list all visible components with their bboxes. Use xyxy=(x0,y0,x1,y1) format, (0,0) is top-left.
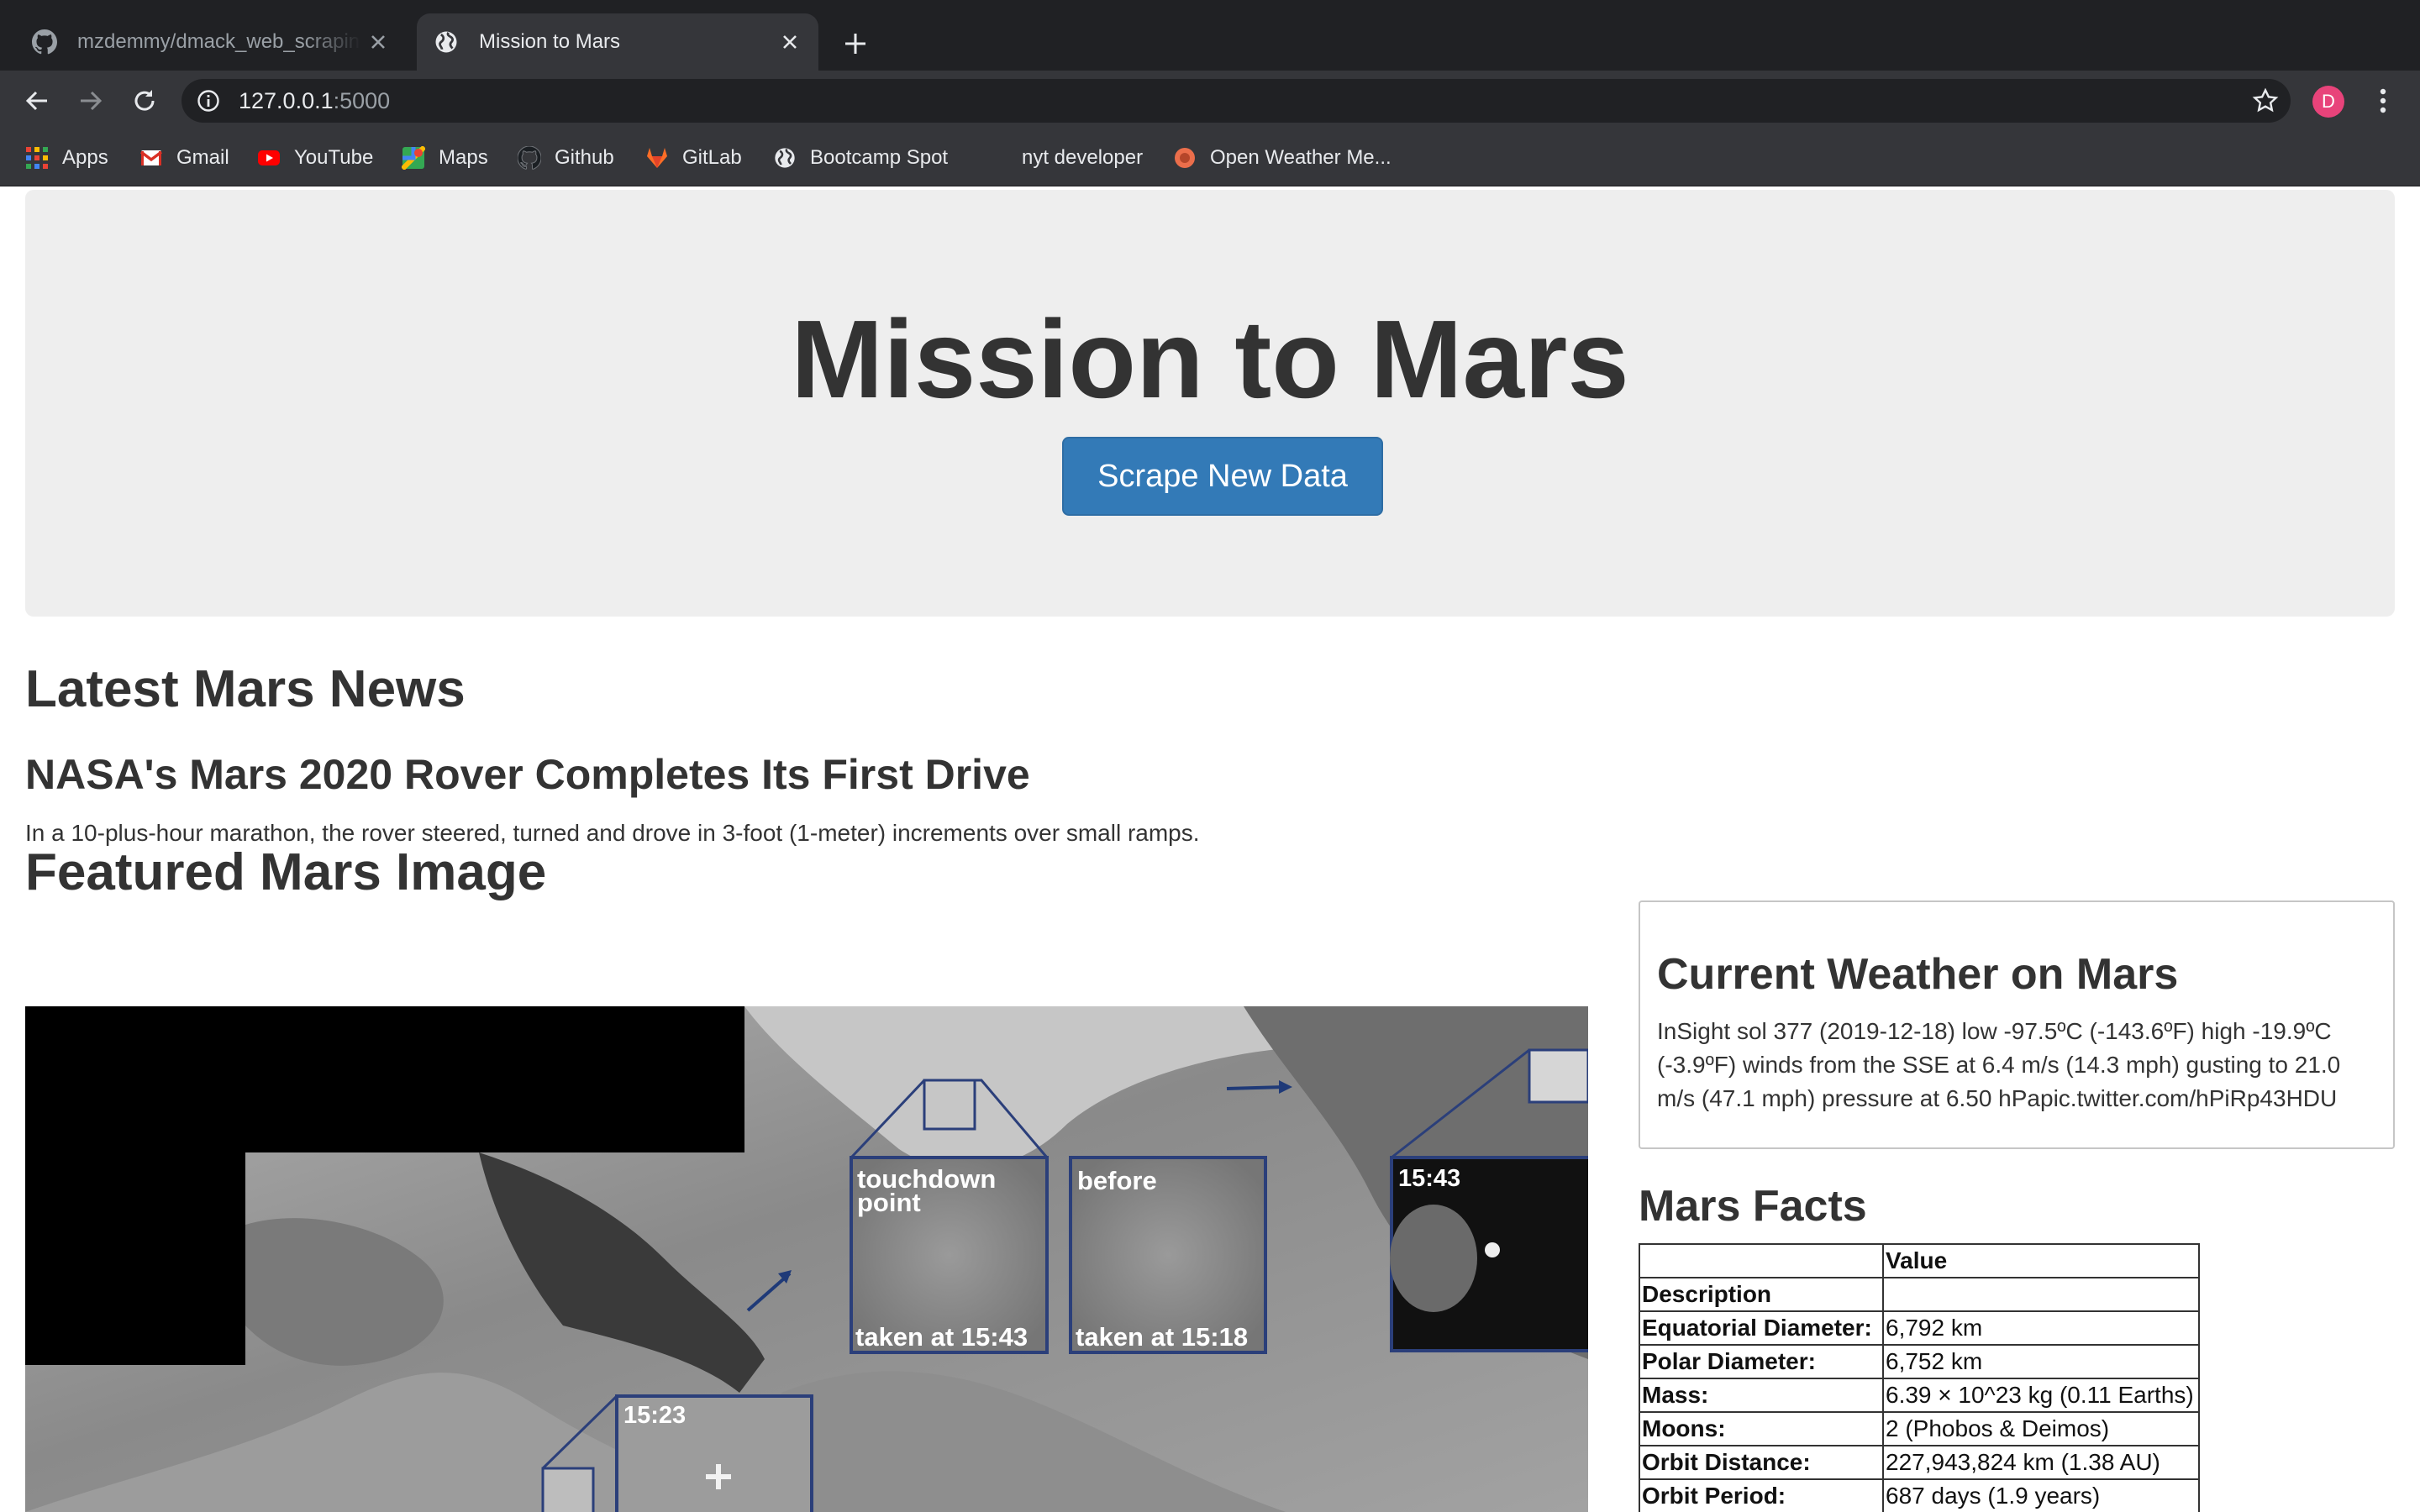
fact-value: 2 (Phobos & Deimos) xyxy=(1882,1411,2200,1446)
label-time-1543: 15:43 xyxy=(1398,1165,1460,1192)
reload-button[interactable] xyxy=(124,81,165,121)
fact-label: Mass: xyxy=(1639,1378,1884,1413)
mars-facts-table: Value Description Equatorial Diameter: 6… xyxy=(1639,1243,2200,1512)
bookmark-label: Gmail xyxy=(176,146,229,169)
table-row: Description xyxy=(1639,1277,2200,1312)
bookmark-label: GitLab xyxy=(682,146,742,169)
tab-title: Mission to Mars xyxy=(479,30,621,53)
gitlab-icon xyxy=(647,148,667,168)
more-vertical-icon xyxy=(2380,88,2386,113)
fact-value xyxy=(1882,1277,2200,1312)
table-row: Polar Diameter: 6,752 km xyxy=(1639,1344,2200,1379)
label-taken-1543: taken at 15:43 xyxy=(855,1322,1028,1352)
table-row: Moons: 2 (Phobos & Deimos) xyxy=(1639,1411,2200,1446)
bookmark-star-icon[interactable] xyxy=(2252,87,2279,114)
url-text: 127.0.0.1:5000 xyxy=(239,89,390,113)
page-title: Mission to Mars xyxy=(791,297,1629,421)
maps-icon xyxy=(402,146,425,170)
info-icon[interactable] xyxy=(197,89,220,113)
weather-text: InSight sol 377 (2019-12-18) low -97.5ºC… xyxy=(1657,1018,2341,1111)
scrape-new-data-button[interactable]: Scrape New Data xyxy=(1062,437,1383,516)
bookmark-label: Github xyxy=(555,146,614,169)
table-row: Mass: 6.39 × 10^23 kg (0.11 Earths) xyxy=(1639,1378,2200,1413)
featured-mars-image: touchdown point taken at 15:43 before tak… xyxy=(25,1006,1588,1512)
github-icon xyxy=(518,146,541,170)
gmail-icon xyxy=(139,150,163,165)
forward-button[interactable] xyxy=(71,81,111,121)
browser-menu-button[interactable] xyxy=(2366,84,2400,118)
bookmark-gmail[interactable]: Gmail xyxy=(139,139,229,176)
url-port: :5000 xyxy=(333,88,391,113)
table-header-value: Value xyxy=(1882,1243,2200,1278)
fact-label: Description xyxy=(1639,1277,1884,1312)
bookmark-label: Open Weather Me... xyxy=(1210,146,1392,169)
mars-facts-heading: Mars Facts xyxy=(1639,1182,1867,1231)
github-icon xyxy=(32,29,57,55)
bookmark-bootcamp-spot[interactable]: Bootcamp Spot xyxy=(773,139,948,176)
globe-icon xyxy=(435,31,457,53)
browser-toolbar: 127.0.0.1:5000 D xyxy=(0,71,2420,131)
close-tab-icon[interactable] xyxy=(773,25,807,59)
close-tab-icon[interactable] xyxy=(361,25,395,59)
bookmark-nyt-developer[interactable]: nyt developer xyxy=(1022,139,1143,176)
fact-value: 687 days (1.9 years) xyxy=(1882,1478,2200,1512)
label-before: before xyxy=(1077,1166,1157,1195)
latest-news-heading: Latest Mars News xyxy=(25,660,466,718)
fact-label: Orbit Period: xyxy=(1639,1478,1884,1512)
bookmark-apps[interactable]: Apps xyxy=(25,139,108,176)
fact-value: 6.39 × 10^23 kg (0.11 Earths) xyxy=(1882,1378,2200,1413)
tab-mission-to-mars[interactable]: Mission to Mars xyxy=(417,13,818,71)
profile-avatar[interactable]: D xyxy=(2312,86,2344,118)
reload-icon xyxy=(134,90,155,111)
bookmark-open-weather[interactable]: Open Weather Me... xyxy=(1173,139,1392,176)
news-title: NASA's Mars 2020 Rover Completes Its Fir… xyxy=(25,751,1030,798)
table-row: Orbit Period: 687 days (1.9 years) xyxy=(1639,1478,2200,1512)
bookmark-label: Bootcamp Spot xyxy=(810,146,949,169)
mars-surface-photo: touchdown point taken at 15:43 before tak… xyxy=(25,1006,1588,1512)
address-bar[interactable]: 127.0.0.1:5000 xyxy=(182,79,2291,123)
youtube-icon xyxy=(258,150,280,165)
globe-icon xyxy=(775,148,795,168)
label-taken-1518: taken at 15:18 xyxy=(1076,1322,1248,1352)
table-header-cell xyxy=(1639,1243,1884,1278)
jumbotron-header: Mission to Mars Scrape New Data xyxy=(25,190,2395,617)
arrow-left-icon xyxy=(25,91,47,111)
bookmark-label: nyt developer xyxy=(1022,146,1144,169)
table-header-row: Value xyxy=(1639,1243,2200,1278)
label-touchdown-line2: point xyxy=(857,1188,921,1217)
weather-panel: Current Weather on Mars InSight sol 377 … xyxy=(1639,900,2395,1149)
table-row: Orbit Distance: 227,943,824 km (1.38 AU) xyxy=(1639,1445,2200,1480)
tab-strip: mzdemmy/dmack_web_scraping Mission to Ma… xyxy=(0,0,2420,71)
apps-grid-icon xyxy=(26,147,48,169)
fact-label: Orbit Distance: xyxy=(1639,1445,1884,1480)
fact-label: Moons: xyxy=(1639,1411,1884,1446)
table-row: Equatorial Diameter: 6,792 km xyxy=(1639,1310,2200,1346)
bookmark-gitlab[interactable]: GitLab xyxy=(645,139,742,176)
bookmark-github[interactable]: Github xyxy=(518,139,614,176)
back-button[interactable] xyxy=(17,81,57,121)
bookmark-youtube[interactable]: YouTube xyxy=(257,139,373,176)
label-time-1523: 15:23 xyxy=(623,1402,686,1429)
new-tab-button[interactable] xyxy=(835,24,876,64)
weather-heading: Current Weather on Mars xyxy=(1657,950,2179,999)
featured-image-heading: Featured Mars Image xyxy=(25,843,547,901)
fact-value: 6,792 km xyxy=(1882,1310,2200,1346)
bookmark-label: YouTube xyxy=(294,146,374,169)
bookmarks-bar: Apps Gmail YouTube Maps Github GitLab Bo… xyxy=(0,131,2420,186)
openweather-icon xyxy=(1175,148,1195,168)
plus-icon xyxy=(845,34,865,54)
bookmark-maps[interactable]: Maps xyxy=(402,139,488,176)
bookmark-label: Maps xyxy=(439,146,488,169)
fact-label: Polar Diameter: xyxy=(1639,1344,1884,1379)
tab-title: mzdemmy/dmack_web_scraping xyxy=(77,30,361,53)
url-host: 127.0.0.1 xyxy=(239,88,334,113)
fact-label: Equatorial Diameter: xyxy=(1639,1310,1884,1346)
bookmark-label: Apps xyxy=(62,146,108,169)
tab-github-repo[interactable]: mzdemmy/dmack_web_scraping xyxy=(18,13,407,71)
fact-value: 6,752 km xyxy=(1882,1344,2200,1379)
page-viewport: Mission to Mars Scrape New Data Latest M… xyxy=(0,186,2420,1512)
arrow-right-icon xyxy=(81,91,103,111)
fact-value: 227,943,824 km (1.38 AU) xyxy=(1882,1445,2200,1480)
